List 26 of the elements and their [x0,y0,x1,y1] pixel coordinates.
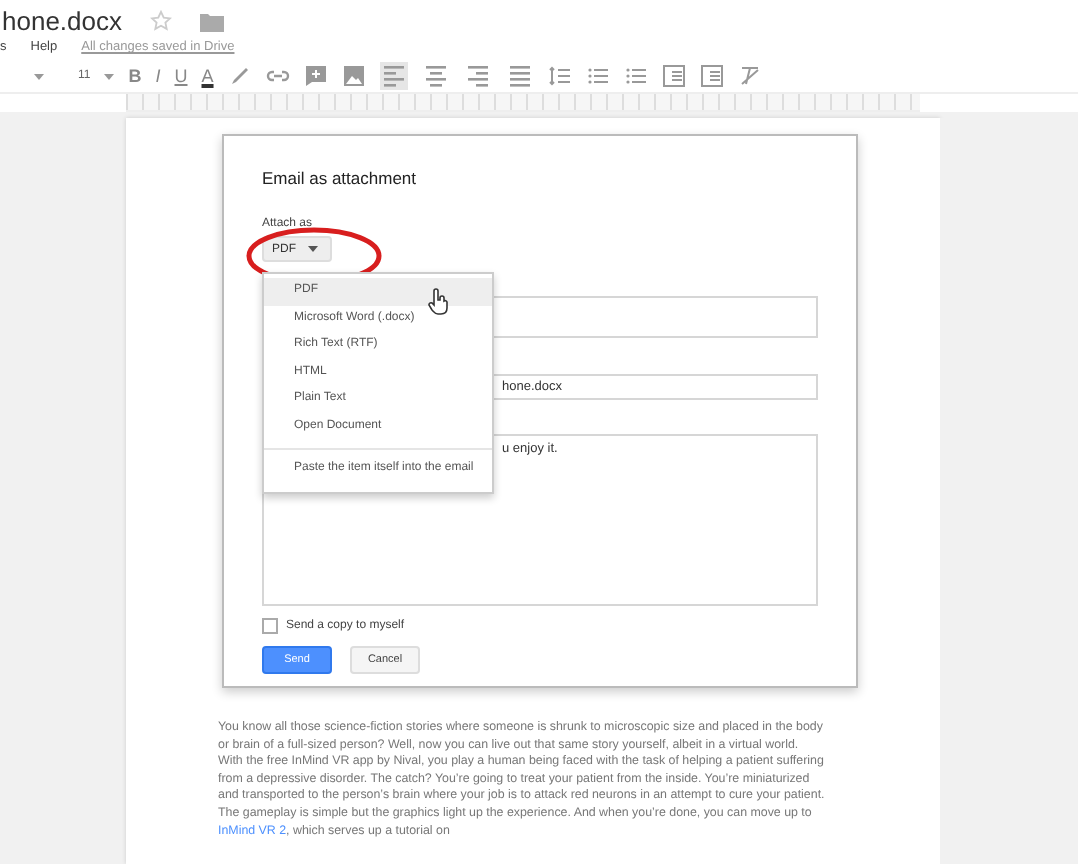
bold-button[interactable]: B [128,66,142,86]
justify-icon[interactable] [505,62,534,90]
comment-icon[interactable] [303,64,328,88]
indent-icon[interactable] [699,64,724,88]
hand-cursor-icon [428,288,448,316]
caret-icon[interactable] [104,73,115,79]
align-left-icon[interactable] [379,62,408,90]
underline-button[interactable]: U [174,66,188,86]
align-right-icon[interactable] [463,62,492,90]
line-spacing-icon[interactable] [547,64,572,88]
star-icon[interactable] [150,10,172,32]
outdent-icon[interactable] [661,64,686,88]
text-color-button[interactable]: A [201,66,214,86]
bulleted-list-icon[interactable] [623,64,648,88]
folder-icon[interactable] [200,11,224,31]
clear-formatting-icon[interactable] [737,64,762,88]
dialog-title: Email as attachment [262,168,419,188]
document-title[interactable]: hone.docx [2,6,122,36]
align-center-icon[interactable] [421,62,450,90]
checkbox[interactable] [262,618,278,634]
italic-button[interactable]: I [155,66,161,86]
numbered-list-icon[interactable] [585,64,610,88]
highlighter-icon[interactable] [227,64,252,88]
image-icon[interactable] [341,64,366,88]
caret-icon [308,246,318,252]
caret-icon[interactable] [34,73,44,79]
